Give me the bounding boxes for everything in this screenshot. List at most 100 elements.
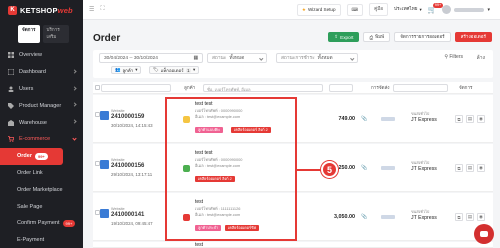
copy-icon[interactable]: ⧉ [455,164,463,172]
page-title: Order [93,33,121,44]
sidebar-item-warehouse[interactable]: Warehouse [0,114,83,131]
copy-icon[interactable]: ⧉ [455,115,463,123]
product-thumbnail [100,111,109,120]
payment-status-select[interactable]: สถานะการชำระ ทั้งหมด [276,53,358,63]
help-button[interactable]: คู่มือ [369,3,389,16]
product-thumbnail [100,209,109,218]
brand-logo[interactable]: K KETSHOPweb [0,0,83,20]
sidebar-subitem-sale-page[interactable]: Sale Page [0,198,83,215]
attachment-icon[interactable]: 📎 [361,116,367,122]
sidebar-subitem-order-link[interactable]: Order Link [0,165,83,182]
attachment-icon[interactable]: 📎 [361,214,367,220]
view-icon[interactable]: ◉ [477,164,485,172]
step-number-badge: 5 [321,161,338,178]
copy-icon[interactable]: ⧉ [455,213,463,221]
user-name-placeholder [454,7,485,12]
users-icon [8,86,14,92]
customer-column-highlight [165,97,297,241]
carrier-logo [381,117,395,121]
sidebar-subitem-order-marketplace[interactable]: Order Marketplace [0,181,83,198]
filter-icon: ⚲ [444,54,448,60]
chevron-down-icon: ▾ [419,6,422,12]
action-column-header: จัดการ [459,84,473,90]
tag-icon: 🏷 [153,67,159,72]
customer-column-header: ลูกค้า [184,84,196,90]
sidebar-subitem-confirm-payment[interactable]: Confirm Payment 99+ [0,215,83,232]
export-button[interactable]: ⇪ Export [328,32,360,42]
attachment-icon[interactable]: 📎 [361,165,367,171]
sidebar-subitem-e-payment[interactable]: E-Payment [0,232,83,248]
chevron-down-icon: ▾ [135,67,138,72]
grid-icon [8,52,14,59]
sidebar-item-ecommerce[interactable]: E-commerce [0,131,83,148]
chevron-icon [72,69,77,74]
topbar: ☰ ⛶ ★ Wizard Setup ⌨ คู่มือ ประเทศไทย ▾ … [83,0,500,20]
view-icon[interactable]: ◉ [477,115,485,123]
shipping-column-header: การจัดส่ง [371,84,390,90]
avatar [442,5,452,14]
cart-button[interactable]: 🛒 99+ [427,2,444,14]
carrier-logo [381,166,395,170]
export-icon: ⇪ [334,34,339,39]
date-range-input[interactable]: 30/04/2024 -- 30/10/2024 ▦ [99,53,203,63]
cart-icon [8,136,14,143]
calendar-icon: ▦ [193,55,198,61]
carrier-name: JT Express [411,117,437,123]
order-search-input[interactable] [101,84,171,92]
keyboard-icon[interactable]: ⌨ [346,3,364,16]
users-icon: 👥 [115,67,121,72]
view-icon[interactable]: ◉ [477,213,485,221]
status-select[interactable]: สถานะ ทั้งหมด [207,53,267,63]
document-icon[interactable]: ▤ [466,213,474,221]
expand-icon[interactable]: ⛶ [100,6,104,13]
sidebar-item-dashboard[interactable]: Dashboard [0,64,83,81]
tab-manage[interactable]: จัดการ [18,25,40,43]
sidebar-item-users[interactable]: Users [0,81,83,98]
chevron-icon [72,85,77,91]
wizard-setup-button[interactable]: ★ Wizard Setup [296,3,341,16]
manage-orders-button[interactable]: จัดการรายการออเดอร์ [394,32,451,42]
payment-count-badge: 99+ [62,219,76,227]
chevron-down-icon: ▾ [193,67,196,72]
filter-panel: 30/04/2024 -- 30/10/2024 ▦ สถานะ ทั้งหมด… [93,50,493,78]
chevron-icon [72,102,77,108]
chat-button[interactable] [474,224,494,244]
warehouse-icon [8,119,14,126]
annotation-connector [297,169,321,171]
sidebar-item-product-manager[interactable]: Product Manager [0,97,83,114]
clear-filters-button[interactable]: ล้าง [477,54,485,62]
order-amount: 749.00 [338,116,356,122]
order-number[interactable]: 2410000159 [111,114,144,120]
printer-icon: ⎙ [369,34,374,40]
chevron-down-icon: ▾ [487,6,490,13]
carrier-logo [381,215,395,219]
create-order-button[interactable]: สร้างออเดอร์ [454,32,492,42]
carrier-name: JT Express [411,166,437,172]
amount-filter-input[interactable] [329,84,353,92]
select-all-checkbox[interactable] [95,85,100,90]
order-number[interactable]: 2410000156 [111,163,144,169]
shipping-filter-select[interactable] [393,84,448,92]
customer-name: test [195,242,204,248]
sidebar-item-overview[interactable]: Overview [0,47,83,64]
chevron-icon [72,136,77,141]
order-count-badge: 99+ [34,152,48,160]
cart-icon: 🛒 [427,6,437,14]
customer-search-input[interactable]: ชื่อ, เบอร์โทรศัพท์, อีเมล [203,84,323,92]
chevron-down-icon [349,56,354,60]
document-icon[interactable]: ▤ [466,115,474,123]
customer-group-chip[interactable]: 👥 ลูกค้า ▾ [111,66,142,74]
filters-button[interactable]: ⚲ Filters [444,54,463,60]
chevron-icon [72,119,77,124]
print-button[interactable]: ⎙ พิมพ์ [363,32,391,42]
order-number[interactable]: 2410000141 [111,212,144,218]
language-select[interactable]: ประเทศไทย ▾ [394,6,422,13]
user-menu[interactable]: ▾ [442,5,490,14]
sidebar-subitem-order[interactable]: Order 99+ [0,147,63,165]
table-row[interactable]: test [93,242,493,248]
order-tag-chip[interactable]: 🏷 แท็กออเดอร์ 1 ▾ [149,66,200,74]
tab-addons[interactable]: บริการเสริม [42,25,69,43]
document-icon[interactable]: ▤ [466,164,474,172]
cart-logo-icon: K [8,5,17,15]
menu-toggle-icon[interactable]: ☰ [89,6,94,13]
